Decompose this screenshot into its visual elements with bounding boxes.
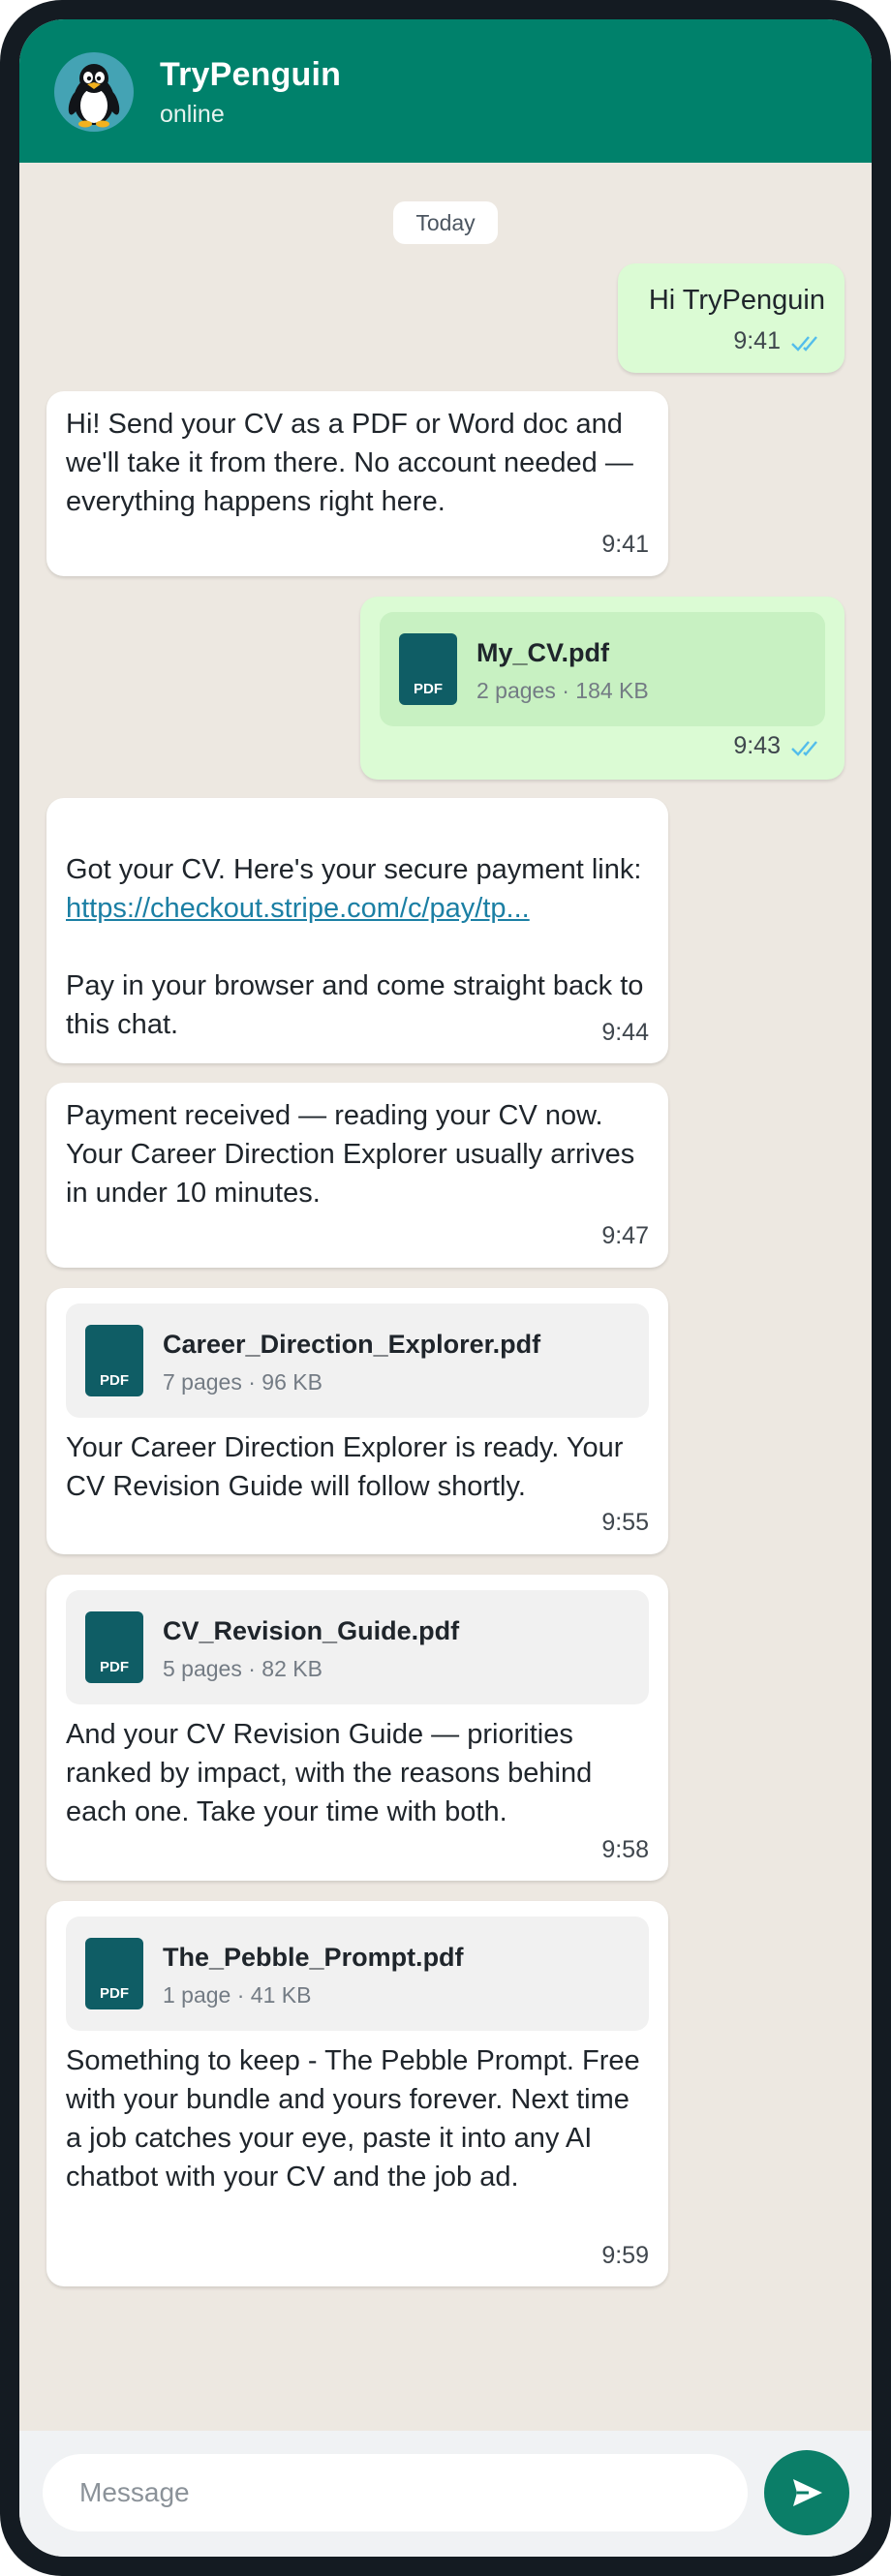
pdf-file-icon: PDF [85, 1325, 143, 1396]
file-name: Career_Direction_Explorer.pdf [163, 1330, 541, 1359]
file-name: The_Pebble_Prompt.pdf [163, 1943, 464, 1972]
message-text-before: Got your CV. Here's your secure payment … [66, 854, 642, 885]
file-attachment[interactable]: PDF Career_Direction_Explorer.pdf 7 page… [66, 1303, 649, 1418]
message-bubble-incoming[interactable]: Got your CV. Here's your secure payment … [46, 798, 668, 1063]
file-attachment[interactable]: PDF My_CV.pdf 2 pages · 184 KB [380, 612, 825, 726]
phone-frame: TryPenguin online Today Hi TryPenguin 9:… [0, 0, 891, 2576]
message-bubble-outgoing[interactable]: Hi TryPenguin 9:41 [618, 263, 845, 373]
composer-bar [19, 2431, 872, 2557]
message-text: Your Career Direction Explorer is ready.… [66, 1432, 624, 1502]
message-time: 9:58 [601, 1836, 649, 1863]
payment-link[interactable]: https://checkout.stripe.com/c/pay/tp... [66, 889, 649, 928]
pdf-file-icon: PDF [399, 633, 457, 705]
message-text: Hi! Send your CV as a PDF or Word doc an… [66, 409, 633, 517]
chat-header[interactable]: TryPenguin online [19, 19, 872, 163]
file-meta: 5 pages · 82 KB [163, 1656, 323, 1681]
double-check-icon [791, 336, 817, 352]
message-time: 9:43 [733, 732, 781, 759]
penguin-icon [68, 64, 120, 128]
send-button[interactable] [764, 2450, 849, 2535]
message-text: Hi TryPenguin [648, 285, 825, 316]
pdf-file-icon: PDF [85, 1938, 143, 2009]
message-time: 9:41 [733, 327, 781, 354]
file-name: My_CV.pdf [476, 638, 610, 667]
message-bubble-incoming[interactable]: PDF The_Pebble_Prompt.pdf 1 page · 41 KB… [46, 1901, 668, 2286]
file-attachment[interactable]: PDF CV_Revision_Guide.pdf 5 pages · 82 K… [66, 1590, 649, 1704]
message-bubble-incoming[interactable]: PDF CV_Revision_Guide.pdf 5 pages · 82 K… [46, 1575, 668, 1881]
pdf-file-icon: PDF [85, 1611, 143, 1683]
message-text: Got your CV. Here's your secure payment … [66, 812, 649, 1044]
contact-name[interactable]: TryPenguin [160, 56, 341, 94]
message-text: Payment received — reading your CV now. … [66, 1100, 635, 1209]
message-time: 9:44 [601, 1019, 649, 1046]
message-input[interactable] [43, 2454, 748, 2531]
message-time: 9:47 [601, 1222, 649, 1249]
date-separator: Today [393, 201, 498, 244]
file-meta: 1 page · 41 KB [163, 1982, 312, 2008]
contact-status: online [160, 101, 225, 128]
message-text-after: Pay in your browser and come straight ba… [66, 970, 644, 1040]
file-name: CV_Revision_Guide.pdf [163, 1616, 460, 1645]
send-icon [793, 2479, 822, 2506]
message-time: 9:59 [601, 2242, 649, 2269]
message-time: 9:55 [601, 1509, 649, 1536]
message-bubble-incoming[interactable]: PDF Career_Direction_Explorer.pdf 7 page… [46, 1288, 668, 1554]
message-time: 9:41 [601, 531, 649, 558]
message-bubble-incoming[interactable]: Hi! Send your CV as a PDF or Word doc an… [46, 391, 668, 576]
message-text: Something to keep - The Pebble Prompt. F… [66, 2045, 640, 2193]
chat-screen: TryPenguin online Today Hi TryPenguin 9:… [19, 19, 872, 2557]
file-attachment[interactable]: PDF The_Pebble_Prompt.pdf 1 page · 41 KB [66, 1917, 649, 2031]
double-check-icon [791, 741, 817, 756]
message-bubble-incoming[interactable]: Payment received — reading your CV now. … [46, 1083, 668, 1268]
message-bubble-outgoing[interactable]: PDF My_CV.pdf 2 pages · 184 KB 9:43 [360, 597, 845, 780]
avatar[interactable] [54, 52, 134, 132]
file-meta: 2 pages · 184 KB [476, 678, 649, 703]
file-meta: 7 pages · 96 KB [163, 1369, 323, 1395]
message-text: And your CV Revision Guide — priorities … [66, 1719, 593, 1827]
